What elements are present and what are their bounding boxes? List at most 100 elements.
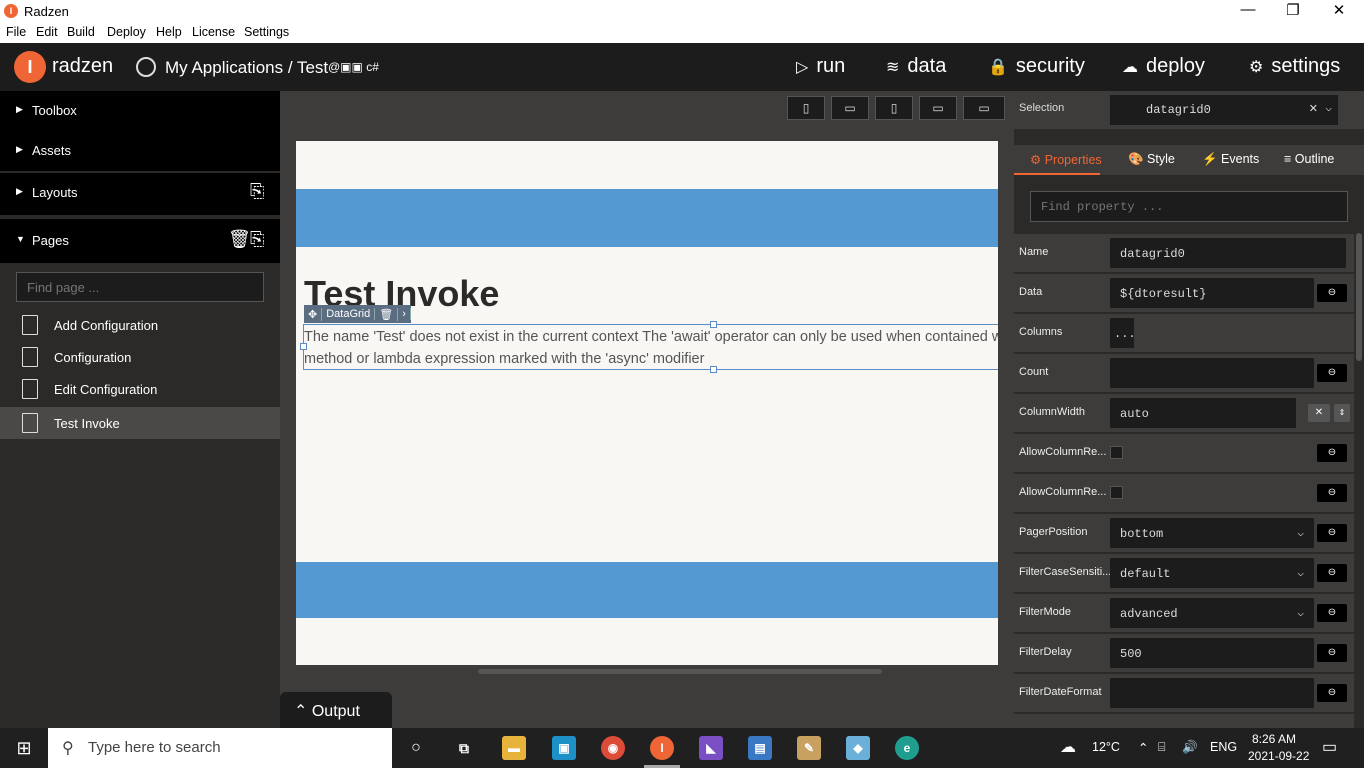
laptop-view-button[interactable]: ▭ <box>919 96 957 120</box>
nav-security[interactable]: 🔒 security <box>988 55 1085 78</box>
menu-license[interactable]: License <box>192 25 235 39</box>
link-icon[interactable]: ⊖ <box>1317 564 1347 582</box>
property-value[interactable]: ${dtoresult} <box>1110 278 1314 308</box>
menu-settings[interactable]: Settings <box>244 25 289 39</box>
nav-data[interactable]: ≋ data <box>886 55 946 78</box>
visual-studio-icon[interactable]: ◣ <box>699 736 723 760</box>
page-search-input[interactable] <box>16 272 264 302</box>
maximize-button[interactable]: ❐ <box>1278 1 1308 19</box>
link-icon[interactable]: ⊖ <box>1317 604 1347 622</box>
breadcrumb[interactable]: My Applications / Test <box>165 58 328 78</box>
nav-run[interactable]: ▷ run <box>796 55 845 78</box>
add-layout-icon[interactable]: ⎘ <box>250 181 264 202</box>
cortana-icon[interactable]: ○ <box>404 736 428 760</box>
section-layouts[interactable]: ▶ Layouts ⎘ <box>0 173 280 215</box>
edge-icon[interactable]: e <box>895 736 919 760</box>
property-checkbox[interactable] <box>1110 486 1123 499</box>
page-item-selected[interactable]: Test Invoke <box>0 407 280 439</box>
link-icon[interactable]: ⊖ <box>1317 364 1347 382</box>
menu-edit[interactable]: Edit <box>36 25 58 39</box>
resize-handle[interactable] <box>710 321 717 328</box>
resize-handle[interactable] <box>300 343 307 350</box>
link-icon[interactable]: ⊖ <box>1317 284 1347 302</box>
brand-name[interactable]: radzen <box>52 55 113 78</box>
columns-editor-button[interactable]: ... <box>1110 318 1134 348</box>
menu-build[interactable]: Build <box>67 25 95 39</box>
selection-dropdown[interactable]: datagrid0 ✕ ⌵ <box>1110 95 1338 125</box>
property-value[interactable]: auto <box>1110 398 1296 428</box>
file-explorer-icon[interactable]: ▬ <box>502 736 526 760</box>
page-item[interactable]: Edit Configuration <box>0 373 280 405</box>
section-pages[interactable]: ▼ Pages 🗑 ⎘ <box>0 219 280 263</box>
taskbar-search[interactable]: ⚲ Type here to search <box>48 728 392 768</box>
tablet-view-button[interactable]: ▯ <box>875 96 913 120</box>
tab-style[interactable]: 🎨 Style <box>1128 152 1175 167</box>
link-icon[interactable]: ⊖ <box>1317 484 1347 502</box>
nav-settings[interactable]: ⚙ settings <box>1249 55 1340 78</box>
page-preview[interactable]: Test Invoke ✥ DataGrid 🗑 › The name 'Tes… <box>296 141 998 665</box>
horizontal-scrollbar[interactable] <box>478 669 882 674</box>
move-icon[interactable]: ✥ <box>304 307 323 321</box>
tab-outline[interactable]: ≡ Outline <box>1284 152 1334 166</box>
find-property-input[interactable] <box>1030 191 1348 222</box>
clock-date[interactable]: 2021-09-22 <box>1248 749 1309 763</box>
link-icon[interactable]: ⊖ <box>1317 524 1347 542</box>
menu-deploy[interactable]: Deploy <box>107 25 146 39</box>
phone-landscape-button[interactable]: ▭ <box>831 96 869 120</box>
chevron-up-icon[interactable]: ⌃ <box>1138 740 1148 755</box>
property-value[interactable] <box>1110 678 1314 708</box>
volume-icon[interactable]: 🔊 <box>1182 740 1198 755</box>
weather-icon[interactable]: ☁ <box>1060 737 1076 757</box>
property-dropdown[interactable]: bottom ⌵ <box>1110 518 1314 548</box>
desktop-view-button[interactable]: ▭ <box>963 96 1005 120</box>
editor-icon[interactable]: ◆ <box>846 736 870 760</box>
property-value[interactable]: datagrid0 <box>1110 238 1346 268</box>
network-icon[interactable]: ⌸ <box>1158 740 1166 755</box>
stepper-icon[interactable]: ⇕ <box>1334 404 1350 422</box>
output-toggle[interactable]: ⌃ Output <box>280 692 392 728</box>
language-indicator[interactable]: ENG <box>1210 740 1237 754</box>
property-dropdown[interactable]: default ⌵ <box>1110 558 1314 588</box>
section-assets[interactable]: ▶ Assets <box>0 131 280 171</box>
app-window-icon[interactable]: ▤ <box>748 736 772 760</box>
link-icon[interactable]: ⊖ <box>1317 684 1347 702</box>
notifications-icon[interactable]: ▭ <box>1322 737 1337 757</box>
radzen-taskbar-icon[interactable]: I <box>650 736 674 760</box>
phone-view-button[interactable]: ▯ <box>787 96 825 120</box>
property-dropdown[interactable]: advanced ⌵ <box>1110 598 1314 628</box>
link-icon[interactable]: ⊖ <box>1317 444 1347 462</box>
radzen-logo[interactable]: I <box>14 51 46 83</box>
nav-deploy[interactable]: ☁ deploy <box>1122 55 1205 78</box>
chevron-down-icon[interactable]: ⌵ <box>1325 101 1332 115</box>
chrome-icon[interactable]: ◉ <box>601 736 625 760</box>
page-item[interactable]: Configuration <box>0 341 280 373</box>
applications-icon[interactable] <box>136 57 156 77</box>
clear-icon[interactable]: ✕ <box>1309 102 1318 115</box>
tab-events[interactable]: ⚡ Events <box>1202 152 1259 167</box>
trash-icon[interactable]: 🗑 <box>375 307 399 321</box>
close-button[interactable]: ✕ <box>1324 1 1354 19</box>
property-value[interactable] <box>1110 358 1314 388</box>
add-page-icon[interactable]: ⎘ <box>250 229 264 250</box>
remote-desktop-icon[interactable]: ▣ <box>552 736 576 760</box>
vertical-scrollbar[interactable] <box>1356 233 1362 361</box>
chevron-right-icon[interactable]: › <box>398 308 411 320</box>
trash-icon[interactable]: 🗑 <box>228 229 251 250</box>
minimize-button[interactable]: — <box>1233 1 1263 18</box>
link-icon[interactable]: ⊖ <box>1317 644 1347 662</box>
property-checkbox[interactable] <box>1110 446 1123 459</box>
task-view-icon[interactable]: ⧉ <box>452 736 476 760</box>
property-value[interactable]: 500 <box>1110 638 1314 668</box>
start-button[interactable]: ⊞ <box>0 728 48 768</box>
paint-icon[interactable]: ✎ <box>797 736 821 760</box>
menu-file[interactable]: File <box>6 25 26 39</box>
clear-icon[interactable]: ✕ <box>1308 404 1330 422</box>
menu-help[interactable]: Help <box>156 25 182 39</box>
component-toolbar[interactable]: ✥ DataGrid 🗑 › <box>304 305 411 323</box>
weather-temp[interactable]: 12°C <box>1092 740 1120 754</box>
section-toolbox[interactable]: ▶ Toolbox <box>0 91 280 131</box>
clock-time[interactable]: 8:26 AM <box>1252 732 1296 746</box>
page-item[interactable]: Add Configuration <box>0 309 280 341</box>
resize-handle[interactable] <box>710 366 717 373</box>
tab-properties[interactable]: ⚙ Properties <box>1030 152 1102 167</box>
